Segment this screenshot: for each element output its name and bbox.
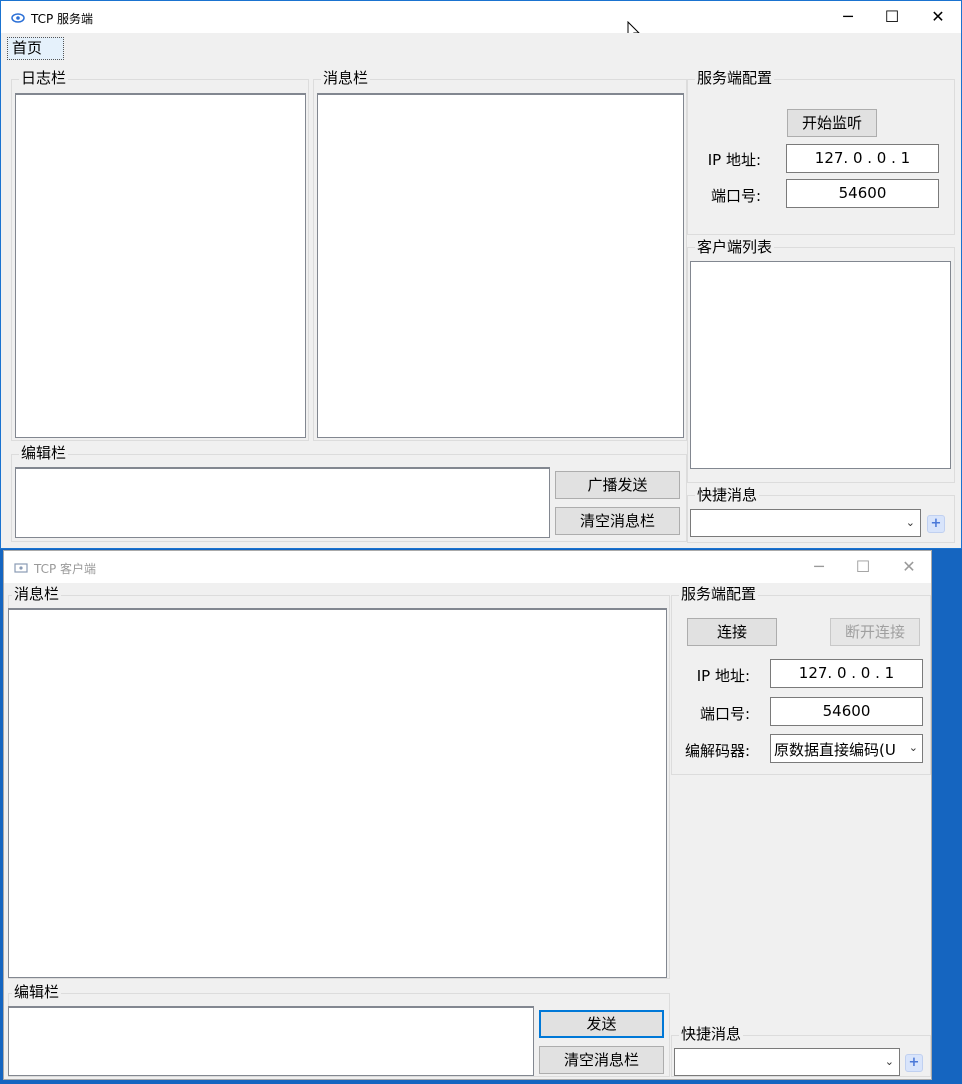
message-group-title: 消息栏 — [321, 69, 371, 87]
minimize-icon[interactable]: ─ — [796, 551, 842, 583]
ip-input[interactable]: 127. 0 . 0 . 1 — [786, 144, 939, 173]
client-title-bar[interactable]: TCP 客户端 ─ ☐ ✕ — [4, 551, 931, 583]
ip-label: IP 地址: — [707, 151, 761, 169]
broadcast-button[interactable]: 广播发送 — [555, 471, 680, 499]
quick-message-select[interactable]: ⌄ — [690, 509, 921, 537]
log-textarea[interactable] — [15, 93, 306, 438]
client-list-group-title: 客户端列表 — [695, 238, 775, 256]
client-quick-message-group-title: 快捷消息 — [679, 1025, 744, 1043]
port-input[interactable]: 54600 — [786, 179, 939, 208]
menu-bar: 首页 — [1, 33, 961, 61]
edit-textarea[interactable] — [15, 467, 550, 538]
client-window-title: TCP 客户端 — [34, 562, 97, 576]
quick-message-group-title: 快捷消息 — [695, 486, 760, 504]
client-message-group-title: 消息栏 — [12, 585, 62, 603]
client-quick-message-select[interactable]: ⌄ — [674, 1048, 900, 1076]
minimize-icon[interactable]: ─ — [825, 1, 871, 33]
client-listbox[interactable] — [690, 261, 951, 469]
client-config-group-title: 服务端配置 — [679, 585, 759, 603]
server-config-group-title: 服务端配置 — [695, 69, 775, 87]
send-button[interactable]: 发送 — [539, 1010, 664, 1038]
log-group-title: 日志栏 — [19, 69, 69, 87]
client-edit-textarea[interactable] — [8, 1006, 534, 1076]
client-ip-input[interactable]: 127. 0 . 0 . 1 — [770, 659, 923, 688]
client-add-quick-message-icon[interactable]: + — [905, 1054, 923, 1072]
client-port-label: 端口号: — [699, 705, 750, 723]
connect-button[interactable]: 连接 — [687, 618, 777, 646]
app-icon — [14, 560, 28, 573]
message-textarea[interactable] — [317, 93, 684, 438]
start-listening-button[interactable]: 开始监听 — [787, 109, 877, 137]
clear-messages-button[interactable]: 清空消息栏 — [555, 507, 680, 535]
client-clear-messages-button[interactable]: 清空消息栏 — [539, 1046, 664, 1074]
codec-select[interactable]: 原数据直接编码(U ⌄ — [770, 734, 923, 763]
server-window-title: TCP 服务端 — [31, 12, 94, 26]
client-message-textarea[interactable] — [8, 608, 667, 978]
server-title-bar[interactable]: TCP 服务端 ─ ☐ ✕ — [1, 1, 961, 33]
codec-value: 原数据直接编码(U — [774, 741, 896, 759]
chevron-down-icon: ⌄ — [884, 1055, 894, 1068]
close-icon[interactable]: ✕ — [915, 1, 961, 33]
client-edit-group-title: 编辑栏 — [12, 983, 62, 1001]
client-ip-label: IP 地址: — [696, 667, 750, 685]
maximize-icon[interactable]: ☐ — [840, 551, 886, 583]
menu-item-home[interactable]: 首页 — [7, 37, 64, 60]
close-icon[interactable]: ✕ — [886, 551, 932, 583]
edit-group-title: 编辑栏 — [19, 444, 69, 462]
chevron-down-icon: ⌄ — [905, 516, 915, 529]
server-window: TCP 服务端 ─ ☐ ✕ 首页 日志栏 消息栏 编辑栏 广播发送 清空消息栏 … — [0, 0, 962, 549]
chevron-down-icon: ⌄ — [908, 741, 918, 754]
add-quick-message-icon[interactable]: + — [927, 515, 945, 533]
app-icon — [11, 10, 25, 23]
client-window: TCP 客户端 ─ ☐ ✕ 消息栏 编辑栏 发送 清空消息栏 服务端配置 连接 … — [3, 550, 932, 1080]
disconnect-button[interactable]: 断开连接 — [830, 618, 920, 646]
codec-label: 编解码器: — [684, 742, 750, 760]
client-port-input[interactable]: 54600 — [770, 697, 923, 726]
maximize-icon[interactable]: ☐ — [869, 1, 915, 33]
port-label: 端口号: — [710, 187, 761, 205]
